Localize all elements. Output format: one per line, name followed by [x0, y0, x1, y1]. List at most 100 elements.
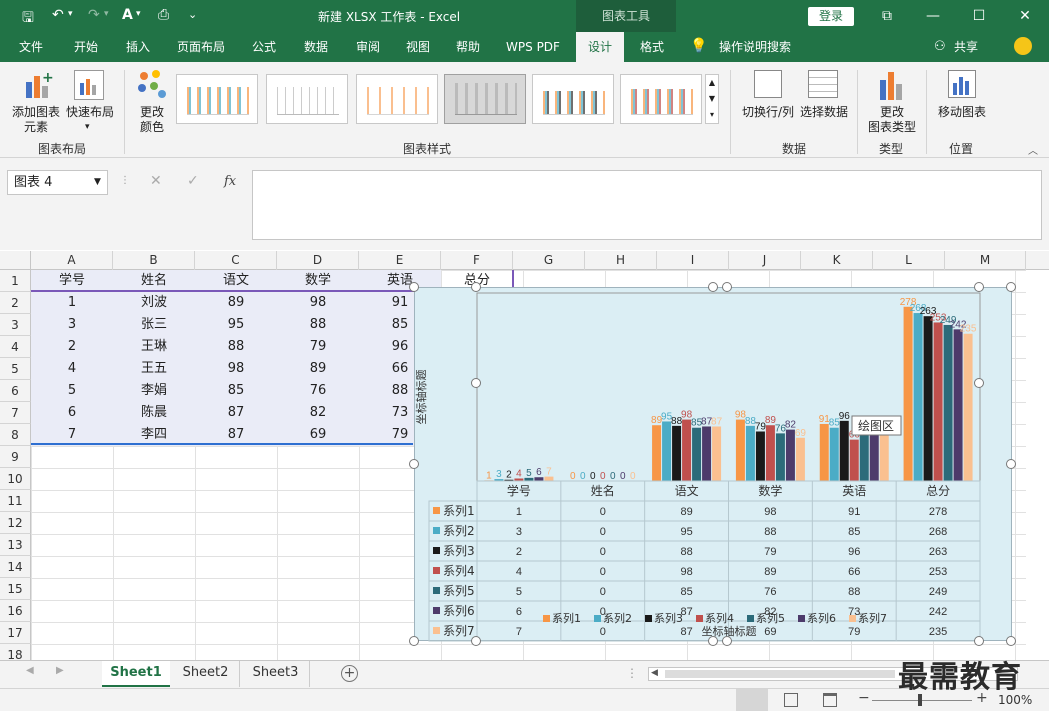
legend-entry[interactable]: 系列6	[807, 611, 836, 625]
table-cell[interactable]: 张三	[113, 314, 195, 336]
chart-bar[interactable]	[745, 425, 755, 481]
row-header-6[interactable]: 6	[0, 380, 31, 402]
cancel-icon[interactable]: ✕	[150, 173, 162, 189]
resize-handle[interactable]	[471, 282, 481, 292]
table-cell[interactable]: 7	[31, 424, 113, 446]
resize-handle[interactable]	[708, 282, 718, 292]
tab-split-grip[interactable]: ⋮	[626, 666, 638, 680]
print-preview-icon[interactable]: ⎙	[158, 7, 169, 23]
row-header-10[interactable]: 10	[0, 468, 31, 490]
legend-swatch[interactable]	[645, 615, 652, 622]
normal-view-icon[interactable]	[736, 689, 768, 711]
chart-style-thumbnail-5[interactable]	[532, 74, 614, 124]
row-header-12[interactable]: 12	[0, 512, 31, 534]
chart-bar[interactable]	[755, 431, 765, 481]
sheet-tab-3[interactable]: Sheet3	[242, 661, 310, 687]
share-button[interactable]: 共享	[950, 32, 982, 62]
table-cell[interactable]: 李四	[113, 424, 195, 446]
legend-swatch[interactable]	[747, 615, 754, 622]
tab-view[interactable]: 视图	[394, 32, 442, 62]
collapse-ribbon-icon[interactable]: ︿	[1028, 142, 1038, 157]
table-cell[interactable]: 王琳	[113, 336, 195, 358]
page-break-view-icon[interactable]	[823, 693, 837, 707]
resize-handle[interactable]	[471, 378, 481, 388]
table-cell[interactable]: 82	[277, 402, 359, 424]
table-header-cell[interactable]: 语文	[195, 270, 277, 292]
redo-icon[interactable]: ↷	[88, 7, 100, 23]
tab-design[interactable]: 设计	[576, 32, 624, 62]
row-header-3[interactable]: 3	[0, 314, 31, 336]
name-box-dropdown-icon[interactable]: ▼	[94, 171, 101, 194]
legend-entry[interactable]: 系列1	[552, 611, 581, 625]
zoom-out-icon[interactable]: −	[858, 690, 870, 706]
column-header-l[interactable]: L	[873, 251, 945, 270]
chart-bar[interactable]	[672, 425, 682, 481]
table-cell[interactable]: 76	[277, 380, 359, 402]
chart-bar[interactable]	[963, 333, 973, 481]
close-icon[interactable]: ✕	[1002, 0, 1048, 32]
column-header-i[interactable]: I	[657, 251, 729, 270]
row-header-11[interactable]: 11	[0, 490, 31, 512]
column-header-h[interactable]: H	[585, 251, 657, 270]
resize-handle[interactable]	[471, 636, 481, 646]
resize-handle[interactable]	[409, 636, 419, 646]
chart-bar[interactable]	[702, 426, 712, 481]
next-sheet-icon[interactable]: ▶	[56, 665, 64, 676]
row-header-8[interactable]: 8	[0, 424, 31, 446]
row-header-5[interactable]: 5	[0, 358, 31, 380]
table-cell[interactable]: 88	[195, 336, 277, 358]
resize-handle[interactable]	[1006, 282, 1016, 292]
row-header-2[interactable]: 2	[0, 292, 31, 314]
scroll-left-icon[interactable]: ◀	[651, 668, 658, 678]
resize-handle[interactable]	[722, 282, 732, 292]
tab-wps-pdf[interactable]: WPS PDF	[500, 32, 566, 62]
column-header-m[interactable]: M	[945, 251, 1026, 270]
chart-bar[interactable]	[662, 421, 672, 481]
resize-handle[interactable]	[974, 282, 984, 292]
formula-input[interactable]	[252, 170, 1042, 240]
resize-handle[interactable]	[708, 636, 718, 646]
table-cell[interactable]: 李娟	[113, 380, 195, 402]
table-cell[interactable]: 88	[277, 314, 359, 336]
table-cell[interactable]: 6	[31, 402, 113, 424]
row-header-14[interactable]: 14	[0, 556, 31, 578]
legend-swatch[interactable]	[594, 615, 601, 622]
tab-data[interactable]: 数据	[292, 32, 340, 62]
chart-bar[interactable]	[652, 425, 662, 481]
quick-layout-button[interactable]: 快速布局	[64, 105, 116, 120]
table-cell[interactable]: 4	[31, 358, 113, 380]
tell-me-search[interactable]: 操作说明搜索	[716, 32, 794, 62]
resize-handle[interactable]	[974, 636, 984, 646]
table-cell[interactable]: 69	[277, 424, 359, 446]
prev-sheet-icon[interactable]: ◀	[26, 665, 34, 676]
resize-handle[interactable]	[1006, 636, 1016, 646]
chart-bar[interactable]	[785, 429, 795, 481]
font-color-icon[interactable]: A	[122, 7, 133, 23]
y-axis-title[interactable]: 坐标轴标题	[414, 370, 428, 425]
tab-format[interactable]: 格式	[628, 32, 676, 62]
column-header-a[interactable]: A	[31, 251, 113, 270]
quick-layout-dropdown-icon[interactable]: ▾	[85, 122, 90, 132]
row-header-15[interactable]: 15	[0, 578, 31, 600]
legend-swatch[interactable]	[849, 615, 856, 622]
row-header-7[interactable]: 7	[0, 402, 31, 424]
legend-swatch[interactable]	[696, 615, 703, 622]
chart-bar[interactable]	[943, 324, 953, 481]
column-header-e[interactable]: E	[359, 251, 441, 270]
chart-style-thumbnail-4[interactable]	[444, 74, 526, 124]
chart-object[interactable]: 1089989127830958885268208879962634098896…	[414, 287, 1012, 642]
move-chart-button[interactable]: 移动图表	[934, 105, 990, 120]
table-header-cell[interactable]: 姓名	[113, 270, 195, 292]
gallery-down-icon[interactable]: ▼	[706, 91, 718, 107]
chart-style-thumbnail-1[interactable]	[176, 74, 258, 124]
row-header-13[interactable]: 13	[0, 534, 31, 556]
customize-qat-icon[interactable]: ⌄	[188, 8, 197, 21]
legend-swatch[interactable]	[543, 615, 550, 622]
chart-bar[interactable]	[903, 306, 913, 481]
save-icon[interactable]: 🖫	[22, 7, 34, 31]
resize-handle[interactable]	[722, 636, 732, 646]
legend-entry[interactable]: 系列2	[603, 611, 632, 625]
column-header-c[interactable]: C	[195, 251, 277, 270]
column-header-g[interactable]: G	[513, 251, 585, 270]
chart-bar[interactable]	[869, 435, 879, 481]
